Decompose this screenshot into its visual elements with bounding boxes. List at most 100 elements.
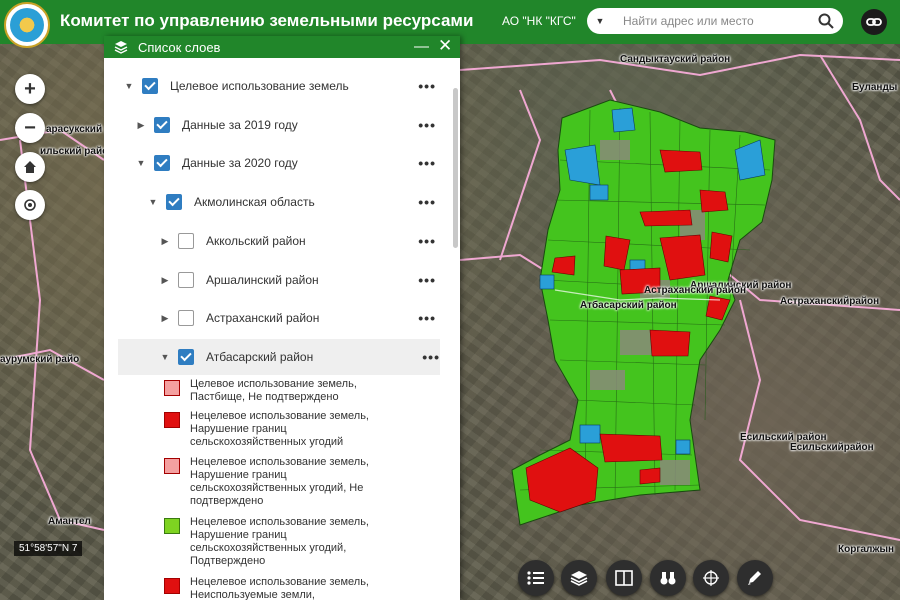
search-icon: [818, 13, 834, 29]
list-icon: [527, 571, 544, 585]
legend-item: Целевое использование земель, Пастбище, …: [164, 378, 400, 404]
layers-icon: [570, 571, 588, 586]
layer-checkbox[interactable]: [178, 349, 194, 365]
panel-header: Список слоев — ✕: [104, 36, 460, 58]
layer-label: Аршалинский район: [206, 273, 319, 287]
link-icon: [866, 18, 882, 26]
layer-checkbox[interactable]: [178, 272, 194, 288]
caret-down-icon[interactable]: ▼: [136, 158, 146, 168]
caret-right-icon[interactable]: ▶: [136, 120, 146, 131]
more-options-button[interactable]: •••: [418, 78, 436, 94]
home-icon: [24, 161, 36, 173]
more-options-button[interactable]: •••: [418, 117, 436, 133]
caret-down-icon[interactable]: ▼: [124, 81, 134, 91]
emblem-logo: [4, 2, 50, 48]
share-link-button[interactable]: [861, 9, 887, 35]
more-options-button[interactable]: •••: [422, 349, 440, 365]
layer-label: Атбасарский район: [206, 350, 314, 364]
map-label: Атбасарский район: [580, 300, 677, 311]
layer-row[interactable]: ▼ Данные за 2020 году •••: [104, 145, 450, 181]
caret-right-icon[interactable]: ▶: [160, 236, 170, 247]
coordinates-icon: [703, 570, 719, 586]
zoom-in-button[interactable]: +: [15, 74, 45, 104]
home-button[interactable]: [15, 152, 45, 182]
map-label: Астраханский район: [644, 285, 746, 296]
close-button[interactable]: ✕: [438, 36, 452, 56]
layer-list-panel: Список слоев — ✕ ▼ Целевое использование …: [104, 36, 460, 600]
map-label: Астраханскийрайон: [780, 296, 880, 307]
panel-title: Список слоев: [138, 39, 221, 55]
caret-right-icon[interactable]: ▶: [160, 275, 170, 286]
layer-label: Данные за 2020 году: [182, 156, 298, 170]
legend-item: Нецелевое использование земель, Нарушени…: [164, 456, 400, 508]
boundary-line: [819, 54, 900, 201]
legend-swatch: [164, 412, 180, 428]
panel-scrollbar[interactable]: [453, 88, 458, 248]
map-label: ильский райо: [40, 146, 109, 157]
tool-list-button[interactable]: [518, 560, 554, 596]
more-options-button[interactable]: •••: [418, 233, 436, 249]
search-button[interactable]: [813, 10, 839, 32]
app-title: Комитет по управлению земельными ресурса…: [60, 11, 474, 30]
more-options-button[interactable]: •••: [418, 194, 436, 210]
layer-row[interactable]: ▶ Аршалинский район •••: [104, 262, 450, 298]
locate-button[interactable]: [15, 190, 45, 220]
tool-compare-button[interactable]: [606, 560, 642, 596]
caret-down-icon[interactable]: ▼: [160, 352, 170, 362]
layer-checkbox[interactable]: [178, 233, 194, 249]
draw-icon: [748, 571, 761, 585]
legend-label: Нецелевое использование земель, Нарушени…: [190, 456, 369, 507]
layer-checkbox[interactable]: [154, 117, 170, 133]
zoom-out-button[interactable]: −: [15, 113, 45, 143]
plus-icon: +: [24, 77, 36, 100]
map-label: Амантел: [48, 516, 91, 527]
map-label: Коргалжын: [838, 544, 895, 555]
layer-checkbox[interactable]: [154, 155, 170, 171]
boundary-line: [499, 89, 542, 261]
caret-down-icon[interactable]: ▼: [148, 197, 158, 207]
layer-row[interactable]: ▼ Акмолинская область •••: [104, 184, 450, 220]
minimize-button[interactable]: —: [414, 38, 429, 55]
layer-row[interactable]: ▶ Аккольский район •••: [104, 223, 450, 259]
tool-coordinates-button[interactable]: [693, 560, 729, 596]
tool-draw-button[interactable]: [737, 560, 773, 596]
legend-item: Нецелевое использование земель, Нарушени…: [164, 410, 400, 449]
binoculars-icon: [660, 572, 676, 585]
search-input[interactable]: [613, 8, 843, 34]
legend-swatch: [164, 518, 180, 534]
legend-item: Нецелевое использование земель, Нарушени…: [164, 516, 400, 568]
layer-label: Данные за 2019 году: [182, 118, 298, 132]
org-dropdown-button[interactable]: ▼: [587, 8, 613, 34]
legend-swatch: [164, 458, 180, 474]
more-options-button[interactable]: •••: [418, 272, 436, 288]
layer-row[interactable]: ▼ Атбасарский район •••: [118, 339, 440, 375]
compare-icon: [615, 570, 633, 586]
layer-label: Астраханский район: [206, 311, 320, 325]
more-options-button[interactable]: •••: [418, 310, 436, 326]
legend-label: Нецелевое использование земель, Нарушени…: [190, 516, 369, 567]
legend-label: Целевое использование земель, Пастбище, …: [190, 378, 357, 403]
legend-label: Нецелевое использование земель, Нарушени…: [190, 410, 369, 448]
layer-checkbox[interactable]: [142, 78, 158, 94]
layer-checkbox[interactable]: [166, 194, 182, 210]
tool-layers-button[interactable]: [561, 560, 597, 596]
layer-label: Аккольский район: [206, 234, 306, 248]
legend-swatch: [164, 578, 180, 594]
layer-checkbox[interactable]: [178, 310, 194, 326]
map-label: Сандыктауский район: [620, 54, 731, 65]
caret-down-icon: ▼: [595, 16, 605, 26]
layer-row[interactable]: ▼ Целевое использование земель •••: [104, 68, 450, 104]
layers-icon: [114, 41, 128, 54]
layer-label: Целевое использование земель: [170, 79, 349, 93]
coordinate-readout: 51°58'57"N 7: [14, 541, 83, 556]
legend-swatch: [164, 380, 180, 396]
boundary-line: [738, 299, 900, 541]
legend-item: Нецелевое использование земель, Неисполь…: [164, 576, 400, 600]
map-label: арасукский р: [46, 124, 111, 135]
layer-row[interactable]: ▶ Данные за 2019 году •••: [104, 107, 450, 143]
tool-binoculars-button[interactable]: [650, 560, 686, 596]
minus-icon: −: [24, 116, 36, 139]
layer-row[interactable]: ▶ Астраханский район •••: [104, 300, 450, 336]
caret-right-icon[interactable]: ▶: [160, 313, 170, 324]
more-options-button[interactable]: •••: [418, 155, 436, 171]
